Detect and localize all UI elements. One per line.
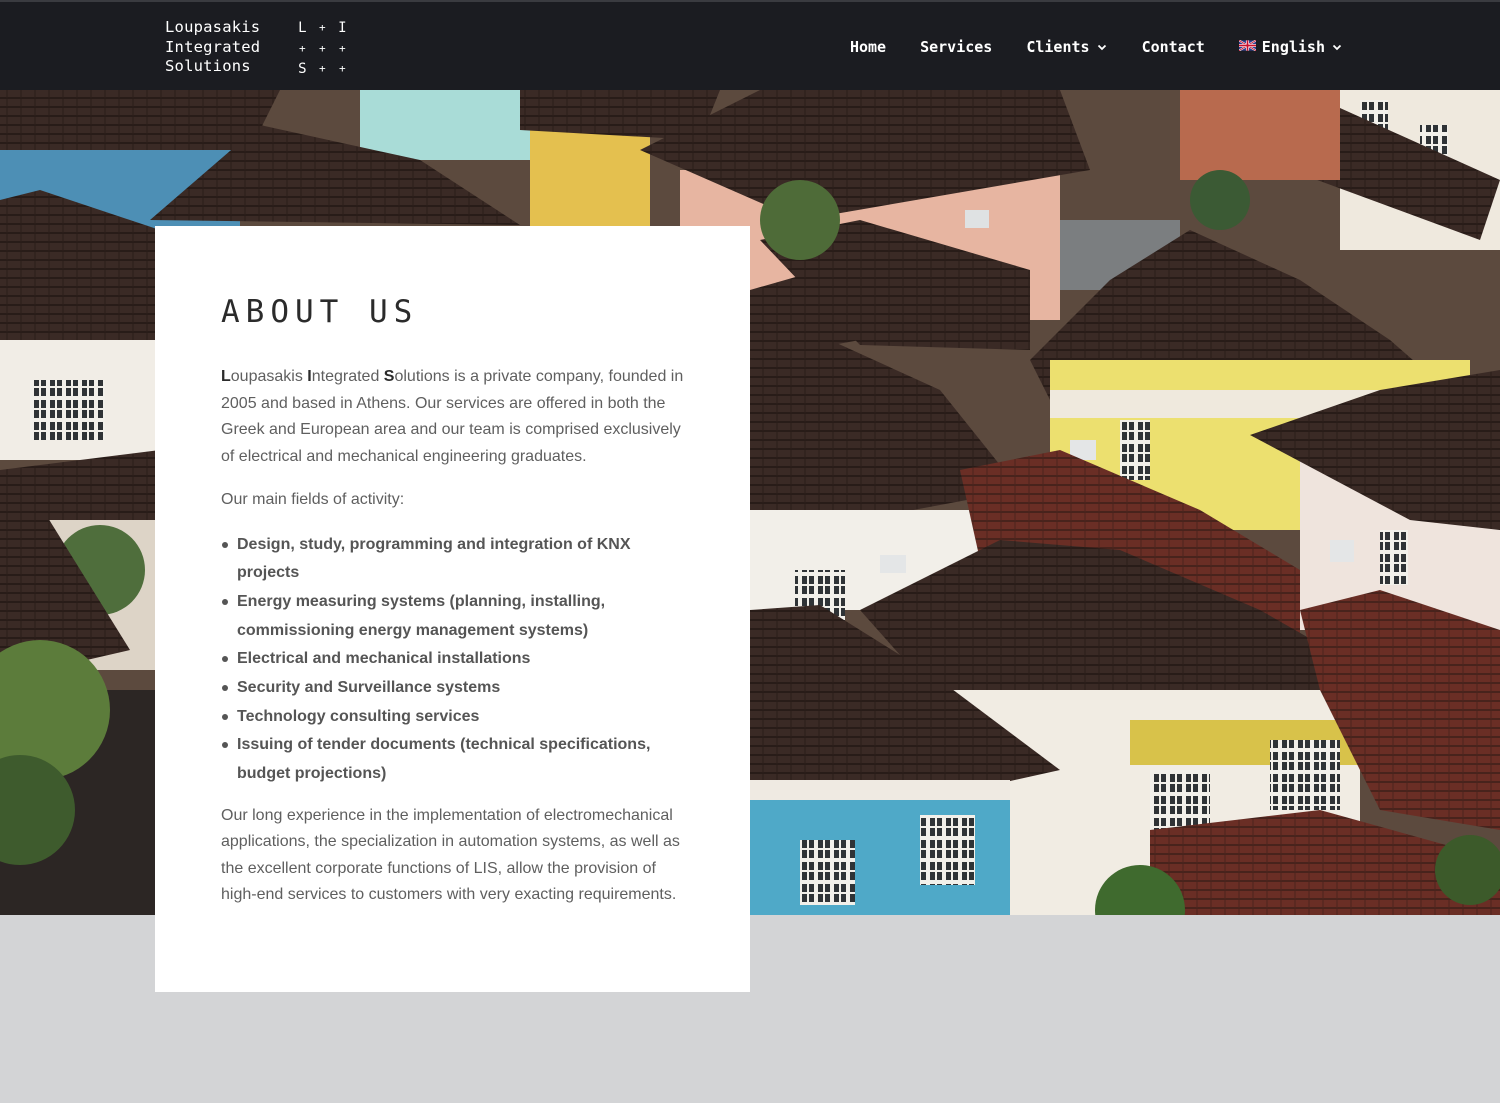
nav-home-label: Home bbox=[849, 38, 887, 56]
nav-services[interactable]: Services bbox=[920, 38, 992, 56]
main-nav: Home Services Clients Contact English bbox=[850, 2, 1343, 92]
activity-item: Electrical and mechanical installations bbox=[221, 645, 684, 674]
logo-mark-glyph: I bbox=[338, 20, 347, 36]
logo-word: Integrated bbox=[165, 37, 261, 56]
logo-mark-glyph: + bbox=[319, 41, 326, 55]
logo-word: Loupasakis bbox=[165, 18, 261, 36]
flag-uk-icon bbox=[1238, 39, 1256, 51]
logo-wordmark: Loupasakis Integrated Solutions bbox=[165, 18, 260, 77]
chevron-down-icon bbox=[1097, 44, 1106, 51]
activity-item: Technology consulting services bbox=[221, 703, 684, 732]
intro-initial: L bbox=[221, 368, 231, 385]
nav-clients-label: Clients bbox=[1026, 38, 1090, 56]
nav-contact-label: Contact bbox=[1141, 38, 1205, 56]
fields-heading: Our main fields of activity: bbox=[221, 491, 405, 508]
logo-mark-glyph: L bbox=[298, 20, 307, 36]
site-header: Loupasakis Integrated Solutions L + I + … bbox=[0, 0, 1500, 90]
logo-mark-glyph: + bbox=[299, 41, 306, 55]
nav-services-label: Services bbox=[920, 38, 993, 56]
about-closing-paragraph: Our long experience in the implementatio… bbox=[221, 806, 680, 904]
logo-mark-glyph: + bbox=[319, 62, 326, 75]
site-logo[interactable]: Loupasakis Integrated Solutions L + I + … bbox=[165, 18, 352, 80]
logo-mark-glyph: + bbox=[339, 41, 346, 55]
nav-home[interactable]: Home bbox=[850, 38, 886, 56]
logo-monogram: L + I + + + S + + bbox=[292, 18, 352, 80]
nav-contact[interactable]: Contact bbox=[1142, 38, 1205, 56]
language-switcher[interactable]: English bbox=[1238, 38, 1343, 56]
activity-item: Issuing of tender documents (technical s… bbox=[221, 731, 684, 788]
logo-word: Solutions bbox=[165, 57, 251, 75]
logo-mark-glyph: S bbox=[298, 61, 307, 77]
about-intro-paragraph: Loupasakis Integrated Solutions is a pri… bbox=[221, 364, 684, 470]
about-us-card: ABOUT US Loupasakis Integrated Solutions… bbox=[155, 226, 750, 992]
activity-list: Design, study, programming and integrati… bbox=[221, 531, 684, 789]
logo-mark-glyph: + bbox=[319, 21, 326, 34]
nav-clients[interactable]: Clients bbox=[1026, 38, 1107, 56]
activity-item: Energy measuring systems (planning, inst… bbox=[221, 588, 684, 645]
activity-item: Security and Surveillance systems bbox=[221, 674, 684, 703]
chevron-down-icon bbox=[1332, 44, 1342, 51]
language-label: English bbox=[1261, 38, 1325, 56]
logo-mark-glyph: + bbox=[339, 62, 346, 75]
about-us-title: ABOUT US bbox=[221, 294, 419, 330]
intro-initial: S bbox=[383, 368, 395, 385]
activity-item: Design, study, programming and integrati… bbox=[221, 531, 684, 588]
intro-text: oupasakis bbox=[230, 368, 308, 385]
intro-text: ntegrated bbox=[311, 368, 384, 385]
